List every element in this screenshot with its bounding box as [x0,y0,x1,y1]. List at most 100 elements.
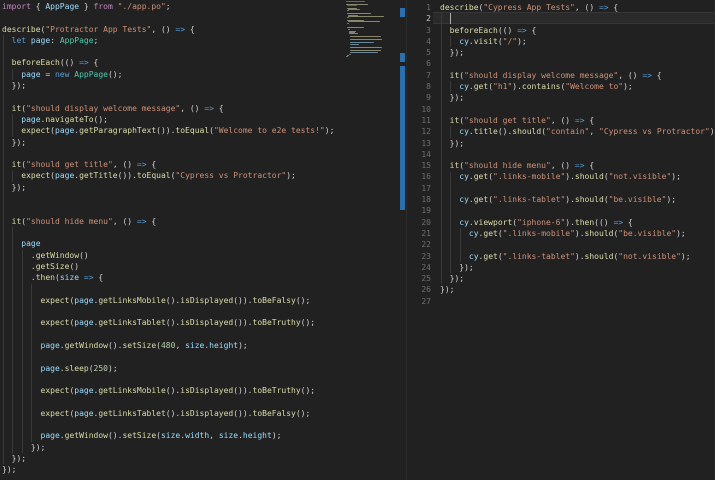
code-line[interactable] [440,239,715,250]
line-number[interactable]: 26 [407,284,431,295]
line-number[interactable]: 9 [407,92,431,103]
code-line[interactable]: it("should display welcome message", () … [2,103,345,114]
code-line[interactable]: cy.get(".links-mobile").should("be.visib… [440,228,715,239]
code-line[interactable] [2,374,345,385]
code-line[interactable]: let page: AppPage; [2,35,345,46]
code-line[interactable]: page [2,238,345,249]
code-line[interactable]: .getSize() [2,261,345,272]
code-line[interactable]: cy.title().should("contain", "Cypress vs… [440,126,715,137]
code-line[interactable]: it("should hide menu", () => { [2,216,345,227]
line-number[interactable]: 19 [407,205,431,216]
code-line[interactable]: }); [2,182,345,193]
code-line[interactable]: }); [2,80,345,91]
editor-pane-cypress[interactable]: 1234567891011121314151617181920212223242… [407,0,715,480]
line-number[interactable]: 10 [407,104,431,115]
code-line[interactable]: }); [440,273,715,284]
line-number[interactable]: 23 [407,251,431,262]
code-line[interactable]: beforeEach(() => { [2,57,345,68]
line-number-gutter[interactable]: 1234567891011121314151617181920212223242… [407,0,431,307]
code-line[interactable] [2,46,345,57]
line-number[interactable]: 24 [407,262,431,273]
code-line[interactable] [2,351,345,362]
code-line[interactable]: expect(page.getLinksTablet().isDisplayed… [2,317,345,328]
line-number[interactable]: 15 [407,160,431,171]
code-line[interactable]: }); [440,92,715,103]
line-number[interactable]: 5 [407,47,431,58]
code-line[interactable]: expect(page.getParagraphText()).toEqual(… [2,125,345,136]
code-line[interactable] [440,183,715,194]
code-line[interactable]: .then(size => { [2,272,345,283]
line-number[interactable]: 11 [407,115,431,126]
code-line[interactable]: cy.get(".links-mobile").should("not.visi… [440,171,715,182]
code-line[interactable]: cy.get(".links-tablet").should("be.visib… [440,194,715,205]
code-line[interactable]: .getWindow() [2,250,345,261]
line-number[interactable]: 12 [407,126,431,137]
code-line[interactable]: }); [2,137,345,148]
overview-ruler[interactable] [399,0,406,480]
line-number[interactable]: 3 [407,25,431,36]
code-line[interactable] [2,91,345,102]
code-line[interactable]: expect(page.getLinksMobile().isDisplayed… [2,295,345,306]
code-line[interactable] [2,329,345,340]
code-line[interactable] [2,396,345,407]
code-line[interactable] [440,58,715,69]
code-line[interactable] [440,13,715,24]
line-number[interactable]: 7 [407,70,431,81]
code-line[interactable]: page.getWindow().setSize(size.width, siz… [2,430,345,441]
code-line[interactable]: }); [440,138,715,149]
line-number[interactable]: 13 [407,138,431,149]
code-line[interactable] [440,296,715,307]
code-line[interactable]: expect(page.getTitle()).toEqual("Cypress… [2,170,345,181]
code-line[interactable]: page.sleep(250); [2,363,345,374]
line-number[interactable]: 4 [407,36,431,47]
line-number[interactable]: 17 [407,183,431,194]
code-line[interactable] [2,12,345,23]
code-line[interactable]: cy.get("h1").contains("Welcome to"); [440,81,715,92]
code-line[interactable]: cy.visit("/"); [440,36,715,47]
line-number[interactable]: 6 [407,58,431,69]
code-line[interactable]: }); [440,262,715,273]
code-line[interactable] [440,149,715,160]
code-line[interactable]: it("should get title", () => { [2,159,345,170]
line-number[interactable]: 1 [407,2,431,13]
code-line[interactable]: it("should display welcome message", () … [440,70,715,81]
minimap[interactable] [345,0,399,480]
code-line[interactable] [2,204,345,215]
line-number[interactable]: 16 [407,171,431,182]
line-number[interactable]: 18 [407,194,431,205]
code-line[interactable]: expect(page.getLinksTablet().isDisplayed… [2,408,345,419]
code-line[interactable]: cy.viewport("iphone-6").then(() => { [440,217,715,228]
code-line[interactable]: beforeEach(() => { [440,25,715,36]
code-line[interactable] [2,306,345,317]
code-line[interactable]: cy.get(".links-tablet").should("not.visi… [440,251,715,262]
code-line[interactable] [2,283,345,294]
code-line[interactable] [440,205,715,216]
code-line[interactable]: import { AppPage } from "./app.po"; [2,1,345,12]
line-number[interactable]: 2 [407,13,431,24]
code-line[interactable]: page.getWindow().setSize(480, size.heigh… [2,340,345,351]
code-line[interactable] [440,104,715,115]
code-line[interactable] [2,193,345,204]
line-number[interactable]: 27 [407,296,431,307]
code-line[interactable] [2,419,345,430]
code-line[interactable]: describe("Cypress App Tests", () => { [440,2,715,13]
code-line[interactable]: expect(page.getLinksMobile().isDisplayed… [2,385,345,396]
line-number[interactable]: 22 [407,239,431,250]
code-line[interactable]: it("should get title", () => { [440,115,715,126]
code-line[interactable]: it("should hide menu", () => { [440,160,715,171]
code-line[interactable]: page = new AppPage(); [2,69,345,80]
line-number[interactable]: 14 [407,149,431,160]
code-line[interactable] [2,148,345,159]
code-line[interactable]: }); [2,464,345,475]
editor-pane-protractor[interactable]: import { AppPage } from "./app.po"; desc… [0,0,345,480]
code-line[interactable] [2,227,345,238]
code-line[interactable]: }); [2,453,345,464]
line-number[interactable]: 21 [407,228,431,239]
line-number[interactable]: 20 [407,217,431,228]
line-number[interactable]: 25 [407,273,431,284]
code-line[interactable]: describe("Protractor App Tests", () => { [2,24,345,35]
code-line[interactable]: }); [2,442,345,453]
line-number[interactable]: 8 [407,81,431,92]
code-line[interactable]: page.navigateTo(); [2,114,345,125]
code-line[interactable]: }); [440,284,715,295]
